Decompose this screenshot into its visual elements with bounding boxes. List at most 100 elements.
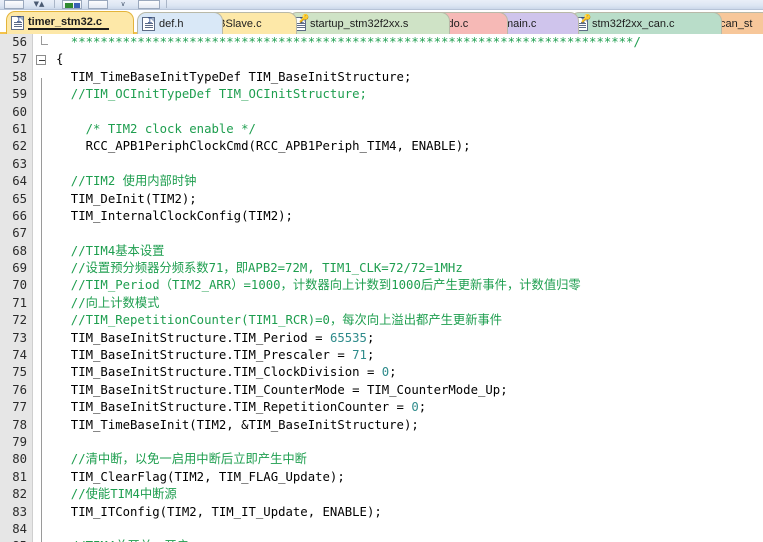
code-token: ） [231, 278, 244, 293]
line-number: 76 [12, 382, 27, 397]
window-tile-button[interactable] [4, 0, 24, 9]
code-token: TIM_InternalClockConfig(TIM2); [56, 208, 293, 223]
code-line[interactable]: 80 //清中断，以免一启用中断后立即产生中断 [0, 451, 763, 468]
line-number: 82 [12, 487, 27, 502]
code-token: TIM_BaseInitStructure.TIM_Period = [56, 330, 330, 345]
search-next-icon[interactable]: ▼▲ [30, 0, 48, 9]
code-line[interactable]: 73 TIM_BaseInitStructure.TIM_Period = 65… [0, 330, 763, 347]
code-line[interactable]: 84 [0, 521, 763, 538]
code-token: TIM_ClearFlag(TIM2, TIM_FLAG_Update); [56, 469, 345, 484]
line-number: 70 [12, 278, 27, 293]
code-line[interactable]: 75 TIM_BaseInitStructure.TIM_ClockDivisi… [0, 364, 763, 381]
editor-tab-def-h[interactable]: ↧ def.h [137, 12, 223, 34]
line-content: //向上计数模式 [56, 295, 160, 312]
code-line[interactable]: 60 [0, 104, 763, 121]
build-green-icon [65, 3, 73, 8]
editor-tab-stm32f2xx-can-c[interactable]: ↧ 🔑 stm32f2xx_can.c [570, 12, 722, 34]
code-token: //TIM_RepetitionCounter(TIM1_RCR)=0 [56, 313, 330, 328]
line-content: /* TIM2 clock enable */ [56, 121, 256, 138]
line-content: TIM_BaseInitStructure.TIM_CounterMode = … [56, 382, 508, 399]
code-line[interactable]: 56 *************************************… [0, 34, 763, 51]
editor-tab-label: stm32f2xx_can.c [592, 17, 675, 30]
code-token: 1000 [391, 278, 421, 293]
code-token: ; [418, 400, 427, 415]
code-line[interactable]: 59 //TIM_OCInitTypeDef TIM_OCInitStructu… [0, 86, 763, 103]
code-token: ****************************************… [56, 35, 641, 49]
code-token: // [56, 487, 86, 502]
code-token: TIM_ITConfig(TIM2, TIM_IT_Update, ENABLE… [56, 504, 382, 519]
line-content: TIM_BaseInitStructure.TIM_Period = 65535… [56, 330, 375, 347]
code-line[interactable]: 81 TIM_ClearFlag(TIM2, TIM_FLAG_Update); [0, 469, 763, 486]
code-line[interactable]: 74 TIM_BaseInitStructure.TIM_Prescaler =… [0, 347, 763, 364]
code-line[interactable]: 70 //TIM_Period（TIM2_ARR）=1000，计数器向上计数到1… [0, 277, 763, 294]
code-line[interactable]: 65 TIM_DeInit(TIM2); [0, 191, 763, 208]
code-line[interactable]: 67 [0, 225, 763, 242]
code-token: /* TIM2 clock enable */ [56, 121, 256, 136]
code-token: 基本设置 [115, 243, 165, 258]
code-line[interactable]: 64 //TIM2 使用内部时钟 [0, 173, 763, 190]
editor-tab-timer-stm32-c[interactable]: ↧ timer_stm32.c [6, 11, 134, 34]
line-number: 59 [12, 87, 27, 102]
code-line[interactable]: 66 TIM_InternalClockConfig(TIM2); [0, 208, 763, 225]
code-line[interactable]: 68 //TIM4基本设置 [0, 243, 763, 260]
code-token: APB2=72M, TIM1_CLK=72/72=1MHz [248, 261, 463, 276]
line-number: 64 [12, 174, 27, 189]
bookmark-toggle-button[interactable] [138, 0, 160, 9]
code-token: ，计数器向上计数到 [280, 278, 392, 293]
line-content: //TIM4基本设置 [56, 243, 165, 260]
code-token: //TIM_OCInitTypeDef TIM_OCInitStructure; [56, 87, 367, 102]
line-content: TIM_TimeBaseInitTypeDef TIM_BaseInitStru… [56, 69, 412, 86]
code-line[interactable]: 85 //TIM4总开关：开启 [0, 538, 763, 542]
code-token: ，每次向上溢出都产生更新事件 [329, 313, 503, 328]
editor-tab-startup-stm32f2xx-s[interactable]: ↧ 🔑 startup_stm32f2xx.s [288, 12, 450, 34]
line-content: TIM_BaseInitStructure.TIM_Prescaler = 71… [56, 347, 375, 364]
line-number: 72 [12, 313, 27, 328]
code-line[interactable]: 58 TIM_TimeBaseInitTypeDef TIM_BaseInitS… [0, 69, 763, 86]
editor-tab-label: main.c [504, 17, 537, 30]
code-line[interactable]: 61 /* TIM2 clock enable */ [0, 121, 763, 138]
code-token: 后产生更新事件，计数值归零 [420, 278, 581, 293]
line-number: 63 [12, 156, 27, 171]
code-token: TIM_TimeBaseInit(TIM2, &TIM_BaseInitStru… [56, 417, 419, 432]
line-content: //TIM_OCInitTypeDef TIM_OCInitStructure; [56, 86, 367, 103]
line-number: 68 [12, 243, 27, 258]
editor-tab-bar: ↧timer_stm32.c↧def.h↧MBSlave.c↧🔑startup_… [0, 10, 763, 34]
code-token: TIM_BaseInitStructure.TIM_Prescaler = [56, 348, 353, 363]
line-number: 83 [12, 504, 27, 519]
line-content: TIM_TimeBaseInit(TIM2, &TIM_BaseInitStru… [56, 417, 419, 434]
code-line[interactable]: 76 TIM_BaseInitStructure.TIM_CounterMode… [0, 382, 763, 399]
code-token: { [56, 52, 64, 67]
code-token: ; [366, 348, 375, 363]
editor-tab-label: def.h [159, 17, 184, 30]
code-token: 0 [411, 400, 419, 415]
code-line[interactable]: 71 //向上计数模式 [0, 295, 763, 312]
code-lines: 56 *************************************… [0, 34, 763, 542]
line-content: TIM_InternalClockConfig(TIM2); [56, 208, 293, 225]
chevron-down-icon[interactable]: ∨ [114, 0, 132, 9]
line-content: //TIM4总开关：开启 [56, 538, 189, 542]
line-number: 78 [12, 417, 27, 432]
code-line[interactable]: 69 //设置预分频器分频系数71，即APB2=72M, TIM1_CLK=72… [0, 260, 763, 277]
code-line[interactable]: 83 TIM_ITConfig(TIM2, TIM_IT_Update, ENA… [0, 504, 763, 521]
code-line[interactable]: 72 //TIM_RepetitionCounter(TIM1_RCR)=0，每… [0, 312, 763, 329]
line-content: { [56, 51, 63, 68]
line-number: 73 [12, 330, 27, 345]
code-token: 使能 [85, 487, 111, 502]
code-token: TIM_BaseInitStructure.TIM_ClockDivision … [56, 365, 382, 380]
code-line[interactable]: 78 TIM_TimeBaseInit(TIM2, &TIM_BaseInitS… [0, 417, 763, 434]
c-file-icon: ↧ [11, 16, 24, 30]
code-token: 设置预分频器分频系数 [85, 261, 209, 276]
code-line[interactable]: 77 TIM_BaseInitStructure.TIM_RepetitionC… [0, 399, 763, 416]
build-button[interactable] [62, 0, 82, 9]
code-line[interactable]: 82 //使能TIM4中断源 [0, 486, 763, 503]
code-line[interactable]: 63 [0, 156, 763, 173]
line-content: TIM_BaseInitStructure.TIM_ClockDivision … [56, 364, 397, 381]
code-line[interactable]: 62 RCC_APB1PeriphClockCmd(RCC_APB1Periph… [0, 138, 763, 155]
blank-document-button[interactable] [88, 0, 108, 9]
code-token: //TIM2 [56, 174, 123, 189]
code-line[interactable]: 79 [0, 434, 763, 451]
editor-tab-label: startup_stm32f2xx.s [310, 17, 409, 30]
code-line[interactable]: 57 { [0, 51, 763, 68]
line-number: 77 [12, 400, 27, 415]
code-editor[interactable]: 56 *************************************… [0, 34, 763, 542]
